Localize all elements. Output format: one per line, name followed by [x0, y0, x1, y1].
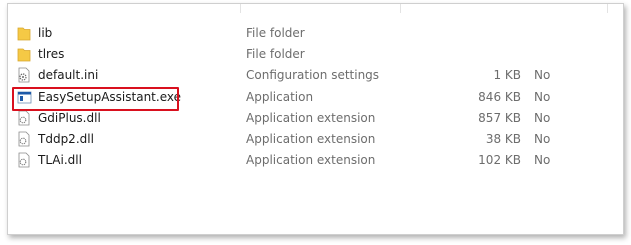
file-compressed: No	[534, 153, 551, 167]
file-name: TLAi.dll	[38, 153, 82, 167]
file-compressed: No	[534, 132, 551, 146]
folder-icon	[17, 46, 35, 63]
highlight-annotation-box	[12, 87, 179, 111]
file-type: File folder	[246, 47, 305, 61]
file-type: Application extension	[246, 111, 376, 125]
file-size: 38 KB	[485, 132, 521, 146]
dll-file-icon	[17, 110, 35, 127]
file-name: Tddp2.dll	[38, 132, 94, 146]
file-size: 1 KB	[493, 68, 521, 82]
file-type: Application extension	[246, 153, 376, 167]
file-size: 102 KB	[478, 153, 521, 167]
file-size: 846 KB	[478, 90, 521, 104]
file-compressed: No	[534, 111, 551, 125]
file-name: GdiPlus.dll	[38, 111, 101, 125]
file-type: Configuration settings	[246, 68, 380, 82]
file-type: Application	[246, 90, 314, 104]
file-compressed: No	[534, 68, 551, 82]
file-list-window: lib File folder tlres File folder defaul…	[7, 3, 624, 235]
file-name: tlres	[38, 47, 65, 61]
file-row-tlai-dll[interactable]: TLAi.dll Application extension 102 KB No	[8, 150, 623, 171]
file-name: lib	[38, 26, 53, 40]
file-row-tddp2-dll[interactable]: Tddp2.dll Application extension 38 KB No	[8, 129, 623, 150]
dll-file-icon	[17, 131, 35, 148]
settings-file-icon	[17, 67, 35, 84]
type-column-separator[interactable]	[240, 4, 241, 13]
compressed-column-separator[interactable]	[607, 4, 608, 13]
file-name: default.ini	[38, 68, 99, 82]
file-type: Application extension	[246, 132, 376, 146]
file-row-gdiplus-dll[interactable]: GdiPlus.dll Application extension 857 KB…	[8, 108, 623, 129]
file-size: 857 KB	[478, 111, 521, 125]
file-type: File folder	[246, 26, 305, 40]
file-row-lib[interactable]: lib File folder	[8, 23, 623, 44]
file-row-tlres[interactable]: tlres File folder	[8, 44, 623, 65]
dll-file-icon	[17, 152, 35, 169]
size-column-separator[interactable]	[400, 4, 401, 13]
file-row-default-ini[interactable]: default.ini Configuration settings 1 KB …	[8, 65, 623, 86]
file-compressed: No	[534, 90, 551, 104]
folder-icon	[17, 25, 35, 42]
